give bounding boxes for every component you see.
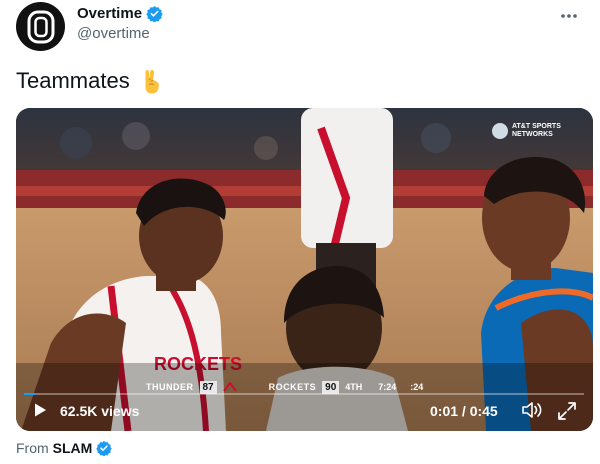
attribution-source-link[interactable]: SLAM bbox=[53, 440, 93, 456]
volume-icon[interactable] bbox=[521, 401, 543, 419]
away-team: THUNDER bbox=[146, 382, 194, 392]
video-time: 0:01 / 0:45 bbox=[430, 403, 498, 419]
author-display-name[interactable]: Overtime bbox=[77, 5, 142, 22]
more-horizontal-icon bbox=[561, 14, 577, 18]
home-team: ROCKETS bbox=[268, 382, 317, 392]
attribution-prefix: From bbox=[16, 440, 49, 456]
shot-clock: :24 bbox=[410, 382, 424, 392]
video-attribution: From SLAM bbox=[16, 440, 113, 456]
network-logo-text: AT&T SPORTS NETWORKS bbox=[512, 123, 561, 138]
home-score: 90 bbox=[322, 380, 340, 394]
play-icon[interactable] bbox=[32, 402, 48, 418]
overtime-logo-icon bbox=[27, 10, 54, 43]
network-globe-icon bbox=[492, 123, 508, 139]
view-count: 62.5K views bbox=[60, 403, 140, 419]
tweet-text-content: Teammates bbox=[16, 68, 130, 93]
crossed-fingers-emoji bbox=[145, 69, 159, 94]
away-score: 87 bbox=[199, 380, 217, 394]
verified-badge-icon bbox=[146, 6, 163, 22]
tweet-author: Overtime @overtime bbox=[77, 5, 163, 42]
quarter: 4TH bbox=[345, 382, 363, 392]
rockets-logo-icon bbox=[222, 382, 237, 392]
fullscreen-icon[interactable] bbox=[557, 401, 577, 421]
tweet-text: Teammates bbox=[16, 68, 162, 94]
more-options-button[interactable] bbox=[560, 8, 578, 19]
video-progress-fill bbox=[24, 393, 36, 395]
video-controls: 62.5K views 0:01 / 0:45 bbox=[16, 398, 593, 422]
avatar[interactable] bbox=[16, 2, 65, 51]
verified-badge-icon bbox=[96, 441, 113, 456]
network-logo: AT&T SPORTS NETWORKS bbox=[492, 123, 568, 139]
game-clock: 7:24 bbox=[378, 382, 397, 392]
author-handle[interactable]: @overtime bbox=[77, 25, 163, 42]
video-progress-bar[interactable] bbox=[24, 393, 584, 395]
